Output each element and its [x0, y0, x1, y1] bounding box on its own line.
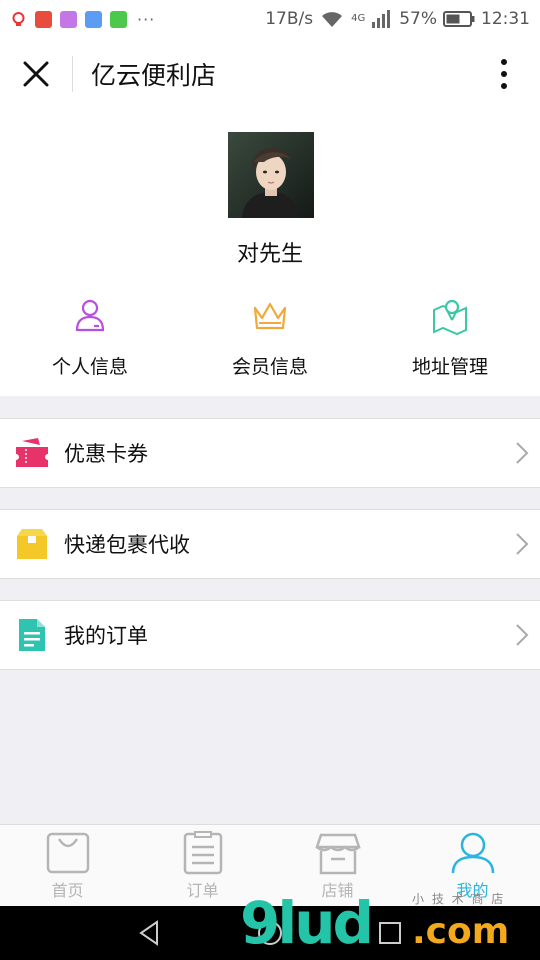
personal-info-link[interactable]: 个人信息	[0, 296, 180, 379]
battery-percent: 57%	[399, 9, 437, 29]
person-icon	[75, 299, 105, 332]
menu-item-coupons[interactable]: 优惠卡券	[0, 418, 540, 488]
network-speed: 17B/s	[265, 9, 314, 29]
menu-label-package-collection: 快递包裹代收	[64, 533, 190, 557]
menu-item-package-collection[interactable]: 快递包裹代收	[0, 509, 540, 579]
watermark-main-text: 9lud	[240, 889, 374, 957]
chevron-right-icon	[516, 442, 529, 464]
address-management-label: 地址管理	[411, 356, 488, 378]
crown-icon	[253, 302, 287, 330]
notification-icons: ···	[10, 10, 155, 29]
battery-icon	[443, 11, 475, 27]
menu-label-my-orders: 我的订单	[64, 624, 148, 648]
package-icon	[17, 529, 47, 559]
wifi-app-icon	[85, 10, 102, 28]
wifi-icon	[322, 12, 343, 27]
title-bar: 亿云便利店	[0, 38, 540, 110]
weibo-icon	[12, 11, 25, 26]
system-status: 17B/s 4G 57% 12:31	[265, 9, 530, 29]
membership-info-link[interactable]: 会员信息	[180, 296, 360, 379]
watermark-domain-text: .com	[412, 911, 510, 952]
back-triangle-icon[interactable]	[135, 918, 165, 948]
menu-item-my-orders[interactable]: 我的订单	[0, 600, 540, 670]
signal-icon	[372, 10, 391, 28]
menu-label-coupons: 优惠卡券	[64, 442, 148, 466]
membership-info-label: 会员信息	[231, 356, 308, 378]
watermark-logo: 9lud 小 技 术 商 店 .com	[240, 888, 540, 960]
coupon-icon	[16, 438, 48, 467]
close-icon	[23, 61, 49, 87]
watermark-small-text: 小 技 术 商 店	[412, 892, 506, 906]
map-pin-icon	[433, 299, 467, 336]
avatar[interactable]	[228, 132, 314, 218]
status-bar: ··· 17B/s 4G 57% 12:31	[0, 0, 540, 38]
more-options-button[interactable]	[468, 38, 540, 110]
order-document-icon	[19, 619, 45, 651]
clock: 12:31	[481, 9, 530, 29]
gallery-icon	[60, 10, 77, 28]
avatar-photo	[228, 132, 314, 218]
tab-label-home: 首页	[51, 881, 84, 900]
user-name: 对先生	[236, 242, 303, 267]
red-app-icon	[35, 10, 52, 28]
address-management-link[interactable]: 地址管理	[360, 296, 540, 379]
clipboard-icon	[183, 831, 223, 875]
status-overflow-indicator: ···	[137, 9, 156, 29]
network-type: 4G	[351, 13, 366, 24]
store-icon	[315, 833, 361, 875]
tab-home[interactable]: 首页	[0, 825, 135, 907]
wechat-icon	[110, 10, 127, 28]
chevron-right-icon	[516, 533, 529, 555]
personal-info-label: 个人信息	[51, 356, 128, 378]
title-divider	[72, 56, 73, 92]
chevron-right-icon	[516, 624, 529, 646]
page-title: 亿云便利店	[91, 61, 217, 90]
close-button[interactable]	[0, 38, 72, 110]
profile-section: 对先生 个人信息 会员信息 地址管理	[0, 110, 540, 396]
shopping-bag-icon	[46, 832, 90, 874]
more-vertical-icon	[501, 59, 507, 89]
person-icon	[451, 832, 495, 874]
